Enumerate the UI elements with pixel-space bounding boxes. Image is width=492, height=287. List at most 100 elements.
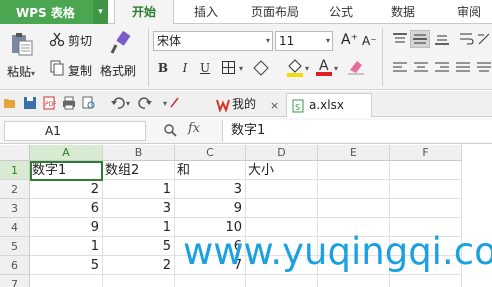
cell-a4[interactable]: 9 (30, 218, 103, 237)
font-color-dropdown-icon[interactable]: ▾ (334, 64, 338, 73)
column-header-c[interactable]: C (175, 145, 246, 161)
row-header-3[interactable]: 3 (0, 199, 30, 218)
cell-e2[interactable] (318, 180, 390, 199)
decrease-font-size-button[interactable]: A⁻ (362, 34, 377, 48)
column-header-d[interactable]: D (246, 145, 318, 161)
cell-c2[interactable]: 3 (175, 180, 246, 199)
tab-review[interactable]: 审阅 (446, 0, 492, 24)
tab-insert[interactable]: 插入 (183, 0, 229, 24)
font-color-icon[interactable]: A (315, 57, 333, 77)
row-header-1[interactable]: 1 (0, 161, 30, 180)
align-middle-icon[interactable] (410, 30, 430, 48)
border-icon[interactable] (221, 60, 237, 76)
cell-b4[interactable]: 1 (103, 218, 175, 237)
open-folder-icon[interactable] (3, 96, 17, 110)
column-header-b[interactable]: B (103, 145, 175, 161)
tab-a-xlsx[interactable]: S a.xlsx (286, 93, 372, 117)
zoom-search-icon[interactable] (163, 123, 177, 137)
tab-data[interactable]: 数据 (380, 0, 426, 24)
cell-f2[interactable] (390, 180, 462, 199)
orientation-icon[interactable] (476, 31, 492, 47)
app-menu-dropdown-icon[interactable]: ▾ (93, 0, 108, 24)
row-header-2[interactable]: 2 (0, 180, 30, 199)
close-icon[interactable]: × (270, 99, 279, 112)
tab-page-layout[interactable]: 页面布局 (240, 0, 310, 24)
cell-b5[interactable]: 5 (103, 237, 175, 256)
cell-f3[interactable] (390, 199, 462, 218)
align-left-icon[interactable] (392, 61, 408, 75)
cell-d3[interactable] (246, 199, 318, 218)
cell-a3[interactable]: 6 (30, 199, 103, 218)
formula-input[interactable]: 数字1 (222, 120, 492, 142)
font-size-dropdown-icon[interactable]: ▾ (326, 32, 330, 50)
cut-button[interactable]: 剪切 (68, 32, 92, 49)
print-preview-icon[interactable] (82, 96, 96, 110)
align-bottom-icon[interactable] (434, 32, 450, 46)
row-header-6[interactable]: 6 (0, 256, 30, 275)
wps-app-button[interactable]: WPS 表格 ▾ (0, 0, 108, 24)
cell-a7[interactable] (30, 275, 103, 287)
redo-icon[interactable] (138, 96, 152, 110)
merge-cells-icon[interactable] (252, 59, 270, 77)
cell-f1[interactable] (390, 161, 462, 180)
cell-a5[interactable]: 1 (30, 237, 103, 256)
paste-dropdown-icon[interactable]: ▾ (31, 69, 35, 78)
cell-e7[interactable] (318, 275, 390, 287)
cell-a6[interactable]: 5 (30, 256, 103, 275)
column-header-e[interactable]: E (318, 145, 390, 161)
cell-c3[interactable]: 9 (175, 199, 246, 218)
justify-icon[interactable] (455, 61, 471, 75)
align-center-icon[interactable] (413, 61, 429, 75)
cell-b2[interactable]: 1 (103, 180, 175, 199)
row-header-5[interactable]: 5 (0, 237, 30, 256)
print-icon[interactable] (62, 96, 76, 110)
undo-dropdown-icon[interactable]: ▾ (126, 99, 130, 108)
underline-icon[interactable]: U (198, 61, 212, 75)
copy-button[interactable]: 复制 (68, 62, 92, 79)
cell-c7[interactable] (175, 275, 246, 287)
row-header-7[interactable]: 7 (0, 275, 30, 287)
font-size-select[interactable]: 11 ▾ (275, 31, 333, 51)
align-top-icon[interactable] (392, 32, 408, 46)
paste-button[interactable]: 粘贴▾ (7, 63, 35, 80)
cell-e1[interactable] (318, 161, 390, 180)
undo-icon[interactable] (111, 96, 125, 110)
align-right-icon[interactable] (434, 61, 450, 75)
column-header-a[interactable]: A (30, 145, 103, 161)
distributed-align-icon[interactable] (476, 61, 492, 75)
cell-b1[interactable]: 数组2 (103, 161, 175, 180)
fill-color-icon[interactable] (286, 58, 304, 78)
bold-icon[interactable]: B (156, 61, 170, 75)
fill-color-dropdown-icon[interactable]: ▾ (305, 64, 309, 73)
border-dropdown-icon[interactable]: ▾ (239, 64, 243, 73)
wrap-text-icon[interactable] (458, 31, 474, 47)
increase-font-size-button[interactable]: A⁺ (341, 32, 358, 48)
cell-d7[interactable] (246, 275, 318, 287)
tab-home[interactable]: 开始 (114, 0, 174, 25)
row-header-4[interactable]: 4 (0, 218, 30, 237)
cell-b3[interactable]: 3 (103, 199, 175, 218)
cell-f7[interactable] (390, 275, 462, 287)
save-icon[interactable] (23, 96, 37, 110)
tab-formulas[interactable]: 公式 (318, 0, 364, 24)
name-box[interactable]: A1 (4, 121, 146, 141)
export-pdf-icon[interactable]: PDF (42, 96, 57, 110)
cell-c1[interactable]: 和 (175, 161, 246, 180)
cell-d1[interactable]: 大小 (246, 161, 318, 180)
column-header-f[interactable]: F (390, 145, 462, 161)
cell-b6[interactable]: 2 (103, 256, 175, 275)
clear-format-icon[interactable] (346, 58, 366, 76)
select-all-corner[interactable] (0, 145, 30, 161)
customize-quick-access-icon[interactable]: ▾ (163, 99, 167, 108)
cell-e3[interactable] (318, 199, 390, 218)
cell-a2[interactable]: 2 (30, 180, 103, 199)
format-painter-icon[interactable] (110, 31, 132, 55)
format-painter-button[interactable]: 格式刷 (100, 62, 136, 79)
paste-icon[interactable] (9, 31, 35, 57)
font-name-dropdown-icon[interactable]: ▾ (266, 32, 270, 50)
cell-d2[interactable] (246, 180, 318, 199)
insert-function-button[interactable]: fx (188, 121, 200, 136)
font-name-select[interactable]: 宋体 ▾ (153, 31, 273, 51)
cell-b7[interactable] (103, 275, 175, 287)
italic-icon[interactable]: I (178, 61, 192, 75)
